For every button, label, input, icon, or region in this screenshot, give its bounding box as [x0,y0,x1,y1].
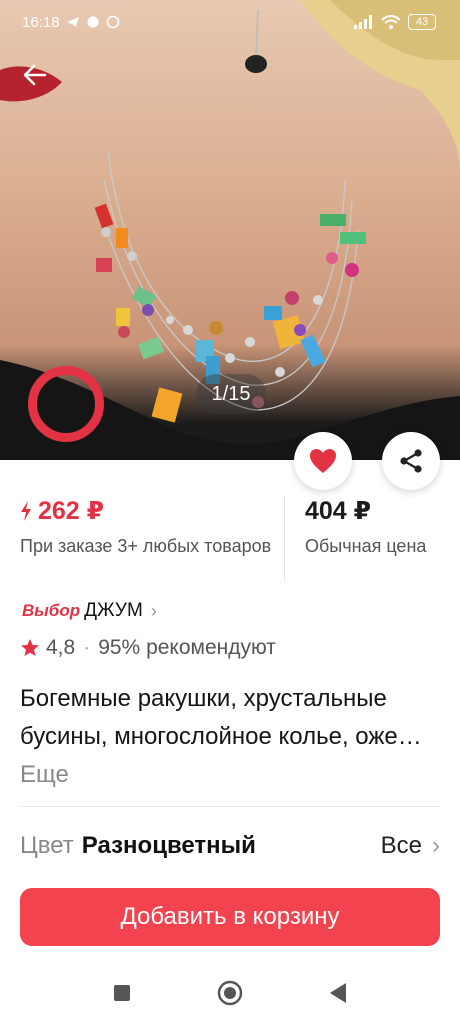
share-button[interactable] [382,432,440,490]
seller-name: ДЖУМ [84,600,143,621]
add-to-cart-button[interactable]: Добавить в корзину [20,888,440,946]
square-icon [114,985,130,1001]
product-image[interactable]: 16:18 43 1/15 [0,0,460,460]
promo-price-block: 262 ₽ При заказе 3+ любых товаров [20,496,284,582]
star-icon [21,639,39,656]
divider [20,806,440,807]
signal-icon [354,15,372,29]
back-button[interactable] [18,58,52,92]
chevron-right-icon: › [432,832,440,859]
triangle-back-icon [330,983,346,1003]
status-bar: 16:18 43 [0,0,460,44]
color-label: Цвет [20,832,74,859]
clock: 16:18 [22,13,60,31]
arrow-left-icon [23,64,47,86]
home-button[interactable] [216,979,244,1007]
system-nav-bar [0,962,460,1024]
record-ring-icon [28,366,104,442]
rating-row[interactable]: 4,8 · 95% рекомендуют [20,636,276,660]
product-title: Богемные ракушки, хрустальные бусины, мн… [20,680,440,794]
battery-icon: 43 [408,14,436,30]
regular-price-block: 404 ₽ Обычная цена [284,496,440,582]
chevron-right-icon: › [150,600,157,621]
favorite-button[interactable] [294,432,352,490]
lightning-icon [21,501,31,521]
promo-price: 262 ₽ [38,497,105,525]
all-colors-label: Все [380,832,422,859]
product-title-text: Богемные ракушки, хрустальные бусины, мн… [20,685,422,750]
wifi-icon [381,15,401,29]
seller-badge: Выбор [22,601,81,620]
circle-icon [217,980,243,1006]
whatsapp-icon [106,15,119,29]
seller-link[interactable]: Выбор ДЖУМ › [22,600,157,622]
color-value: Разноцветный [81,832,256,859]
heart-icon [310,449,336,473]
recents-button[interactable] [108,979,136,1007]
regular-price: 404 ₽ [305,497,372,525]
recommend-text: 95% рекомендуют [98,636,276,659]
all-colors-link[interactable]: Все › [381,832,440,860]
promo-note: При заказе 3+ любых товаров [20,536,272,556]
chat-icon [87,16,99,28]
price-block: 262 ₽ При заказе 3+ любых товаров 404 ₽ … [20,496,440,582]
gallery-pager: 1/15 [196,374,266,414]
show-more-link[interactable]: Еще [20,761,69,788]
share-icon [400,449,422,473]
separator-dot: · [83,636,91,659]
rating-score: 4,8 [46,636,76,659]
back-nav-button[interactable] [324,979,352,1007]
regular-note: Обычная цена [305,536,427,556]
telegram-icon [66,17,79,27]
color-selector[interactable]: Цвет Разноцветный Все › [20,826,440,866]
